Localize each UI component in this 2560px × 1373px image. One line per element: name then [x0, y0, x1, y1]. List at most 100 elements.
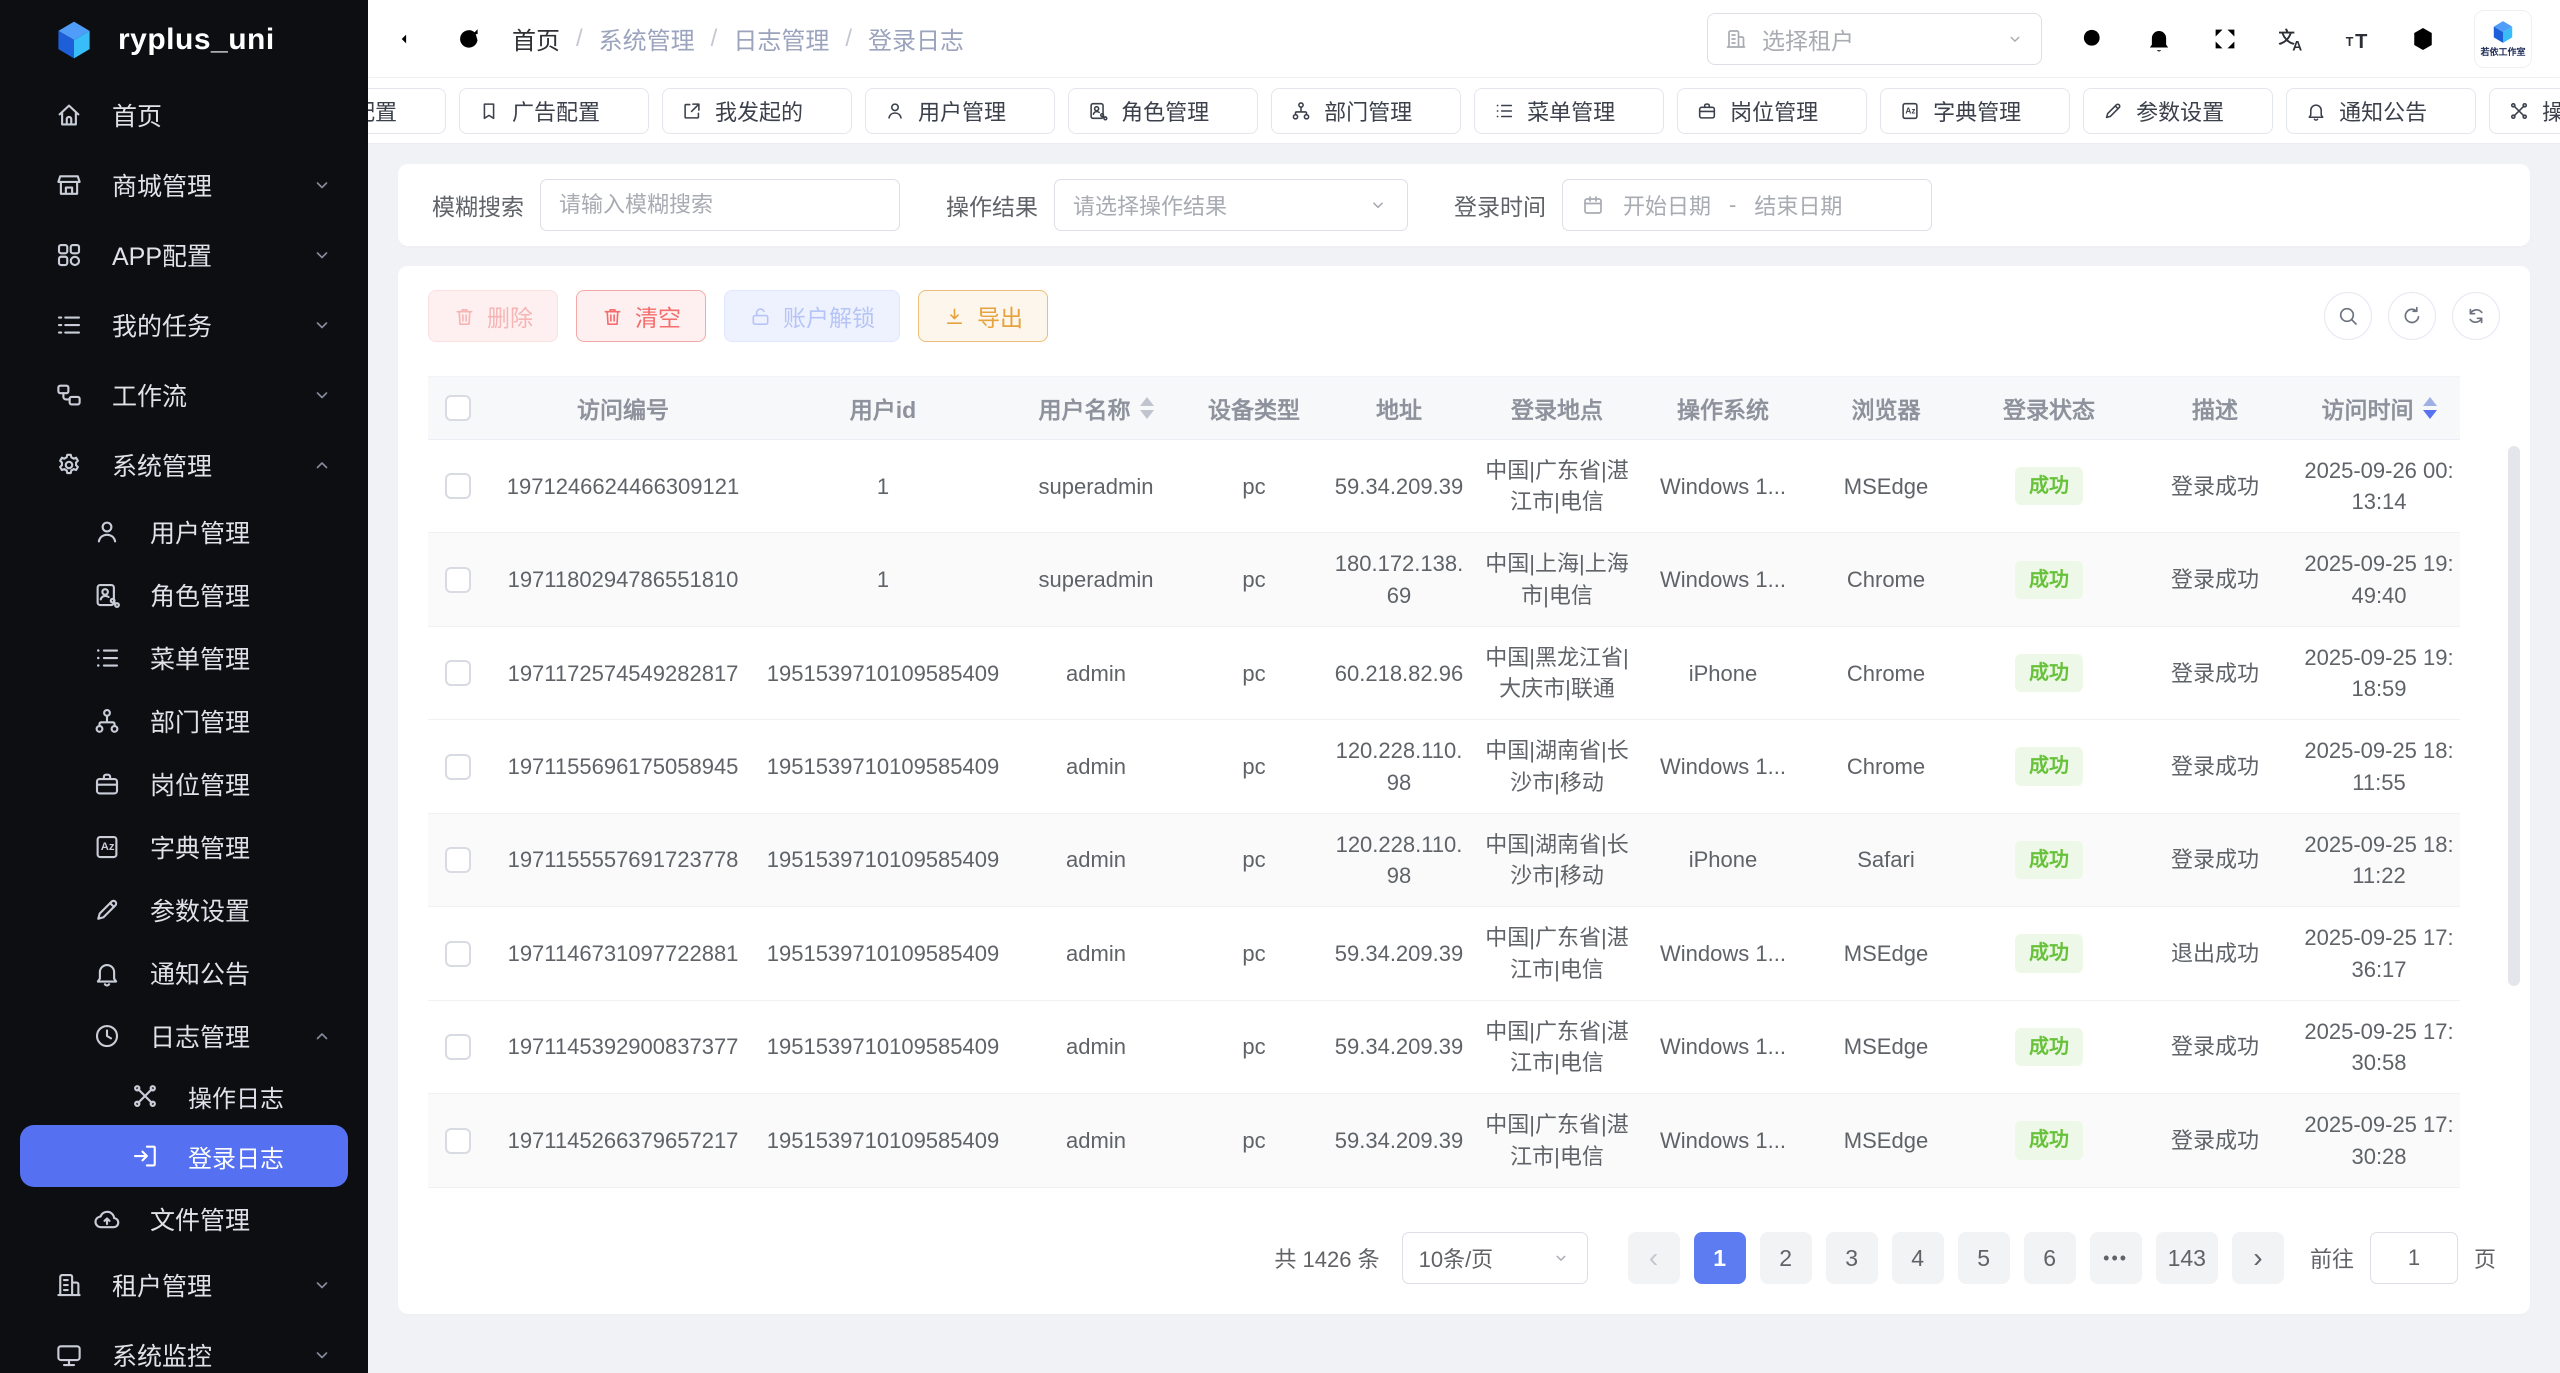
cloud-icon [92, 1204, 122, 1234]
tab-role-mgmt[interactable]: 角色管理 [1068, 88, 1258, 134]
sidebar-item-workflow[interactable]: 工作流 [0, 360, 368, 430]
page-button-6[interactable]: 6 [2024, 1232, 2076, 1284]
sidebar-item-dict-mgmt[interactable]: 字典管理 [0, 815, 368, 878]
more-pages-button[interactable]: ••• [2090, 1232, 2142, 1284]
tab-post-mgmt[interactable]: 岗位管理 [1677, 88, 1867, 134]
close-icon[interactable] [409, 102, 427, 120]
close-icon[interactable] [815, 102, 833, 120]
row-checkbox[interactable] [445, 567, 471, 593]
row-checkbox[interactable] [445, 473, 471, 499]
page-button-4[interactable]: 4 [1892, 1232, 1944, 1284]
cell-address: 59.34.209.39 [1324, 911, 1474, 997]
tab-operation-log[interactable]: 操作日志 [2489, 88, 2560, 134]
operation-result-select[interactable]: 请选择操作结果 [1054, 179, 1408, 231]
notification-bell-icon[interactable] [2144, 24, 2174, 54]
tab-my-initiated[interactable]: 我发起的 [662, 88, 852, 134]
row-checkbox[interactable] [445, 660, 471, 686]
sidebar-item-param-settings[interactable]: 参数设置 [0, 878, 368, 941]
close-icon[interactable] [1627, 102, 1645, 120]
page-button-1[interactable]: 1 [1694, 1232, 1746, 1284]
sort-user-name[interactable] [1140, 397, 1154, 419]
select-all-checkbox[interactable] [445, 395, 471, 421]
tab-ad-config[interactable]: 广告配置 [459, 88, 649, 134]
sidebar-item-app-config[interactable]: APP配置 [0, 220, 368, 290]
tab-dept-mgmt[interactable]: 部门管理 [1271, 88, 1461, 134]
search-icon[interactable] [2078, 24, 2108, 54]
sort-access-time[interactable] [2423, 397, 2437, 419]
sidebar-item-my-tasks[interactable]: 我的任务 [0, 290, 368, 360]
col-access-time[interactable]: 访问时间 [2298, 391, 2460, 425]
close-icon[interactable] [612, 102, 630, 120]
breadcrumb-system[interactable]: 系统管理 [599, 21, 695, 56]
sidebar-item-post-mgmt[interactable]: 岗位管理 [0, 752, 368, 815]
sidebar-item-log-mgmt[interactable]: 日志管理 [0, 1004, 368, 1067]
close-icon[interactable] [2236, 102, 2254, 120]
cell-browser: Chrome [1806, 630, 1966, 716]
open-tabs-bar: 配置 广告配置 我发起的 用户管理 角色管理 部门管理 菜单管理 岗位管理 字典… [368, 78, 2560, 144]
close-icon[interactable] [1018, 102, 1036, 120]
sidebar-item-dept-mgmt[interactable]: 部门管理 [0, 689, 368, 752]
sidebar-item-system-monitor[interactable]: 系统监控 [0, 1320, 368, 1373]
font-size-icon[interactable] [2342, 24, 2372, 54]
show-search-button[interactable] [2324, 292, 2372, 340]
fullscreen-icon[interactable] [2210, 24, 2240, 54]
refresh-page-icon[interactable] [454, 24, 484, 54]
col-user-name[interactable]: 用户名称 [1008, 391, 1184, 425]
unlock-account-button[interactable]: 账户解锁 [724, 290, 900, 342]
sidebar-item-role-mgmt[interactable]: 角色管理 [0, 563, 368, 626]
tab-param-settings[interactable]: 参数设置 [2083, 88, 2273, 134]
translate-icon[interactable] [2276, 24, 2306, 54]
tab-menu-mgmt[interactable]: 菜单管理 [1474, 88, 1664, 134]
delete-button[interactable]: 删除 [428, 290, 558, 342]
sidebar-item-home[interactable]: 首页 [0, 80, 368, 150]
next-page-button[interactable]: › [2232, 1232, 2284, 1284]
sidebar-item-operation-log[interactable]: 操作日志 [0, 1067, 368, 1125]
brand: ryplus_uni [0, 0, 368, 80]
table-body: 1971246624466309121 1 superadmin pc 59.3… [428, 440, 2500, 1188]
clear-button[interactable]: 清空 [576, 290, 706, 342]
login-time-range-picker[interactable]: 开始日期 - 结束日期 [1562, 179, 1932, 231]
breadcrumb-home[interactable]: 首页 [512, 21, 560, 56]
sidebar-item-notice[interactable]: 通知公告 [0, 941, 368, 1004]
page-size-select[interactable]: 10条/页 [1402, 1232, 1588, 1284]
row-checkbox[interactable] [445, 1034, 471, 1060]
fuzzy-search-input[interactable] [559, 192, 881, 218]
page-button-3[interactable]: 3 [1826, 1232, 1878, 1284]
cell-os: iPhone [1640, 630, 1806, 716]
chevron-down-icon [1367, 194, 1389, 216]
close-icon[interactable] [2439, 102, 2457, 120]
sidebar-item-user-mgmt[interactable]: 用户管理 [0, 500, 368, 563]
sidebar-item-login-log[interactable]: 登录日志 [20, 1125, 348, 1187]
close-icon[interactable] [1424, 102, 1442, 120]
sidebar-item-menu-mgmt[interactable]: 菜单管理 [0, 626, 368, 689]
sidebar-item-mall[interactable]: 商城管理 [0, 150, 368, 220]
close-icon[interactable] [2033, 102, 2051, 120]
page-button-2[interactable]: 2 [1760, 1232, 1812, 1284]
close-icon[interactable] [1830, 102, 1848, 120]
sidebar-item-tenant-mgmt[interactable]: 租户管理 [0, 1250, 368, 1320]
sidebar-item-file-mgmt[interactable]: 文件管理 [0, 1187, 368, 1250]
row-checkbox[interactable] [445, 1128, 471, 1154]
user-avatar[interactable]: 若依工作室 [2474, 10, 2532, 68]
row-checkbox[interactable] [445, 847, 471, 873]
breadcrumb-log[interactable]: 日志管理 [733, 21, 829, 56]
tenant-select[interactable]: 选择租户 [1707, 13, 2042, 65]
tab-user-mgmt[interactable]: 用户管理 [865, 88, 1055, 134]
tab-notice[interactable]: 通知公告 [2286, 88, 2476, 134]
table-scrollbar-thumb[interactable] [2508, 446, 2520, 986]
sync-button[interactable] [2452, 292, 2500, 340]
tab-dict-mgmt[interactable]: 字典管理 [1880, 88, 2070, 134]
sidebar-item-system-mgmt[interactable]: 系统管理 [0, 430, 368, 500]
collapse-sidebar-icon[interactable] [398, 24, 428, 54]
row-checkbox[interactable] [445, 941, 471, 967]
row-checkbox[interactable] [445, 754, 471, 780]
page-button-5[interactable]: 5 [1958, 1232, 2010, 1284]
refresh-table-button[interactable] [2388, 292, 2436, 340]
goto-page-input[interactable] [2370, 1232, 2458, 1284]
page-button-last[interactable]: 143 [2156, 1232, 2218, 1284]
prev-page-button[interactable]: ‹ [1628, 1232, 1680, 1284]
close-icon[interactable] [1221, 102, 1239, 120]
export-button[interactable]: 导出 [918, 290, 1048, 342]
tab-config-partial[interactable]: 配置 [368, 88, 446, 134]
settings-icon[interactable] [2408, 24, 2438, 54]
